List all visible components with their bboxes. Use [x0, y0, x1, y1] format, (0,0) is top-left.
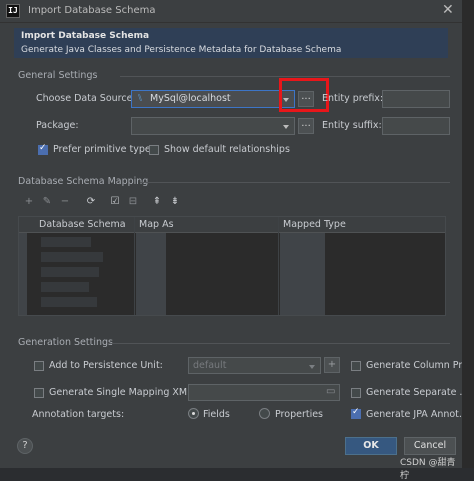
schema-mapping-divider: [140, 182, 450, 183]
refresh-icon[interactable]: ⟳: [84, 195, 98, 209]
table-row[interactable]: [41, 252, 103, 262]
column-mapped-type[interactable]: Mapped Type: [283, 219, 346, 230]
general-settings-divider: [120, 76, 450, 77]
watermark-text: CSDN @甜青柠: [400, 458, 456, 481]
browse-package-button[interactable]: ...: [298, 118, 314, 134]
generate-column-properties-label: Generate Column Pr...: [366, 360, 471, 371]
dialog-header: Import Database Schema Generate Java Cla…: [14, 28, 448, 58]
expand-all-icon[interactable]: ⇞: [150, 195, 164, 209]
header-subtitle: Generate Java Classes and Persistence Me…: [21, 45, 342, 55]
table-row[interactable]: [41, 282, 89, 292]
table-row[interactable]: [19, 233, 27, 315]
intellij-app-icon: IJ: [6, 4, 20, 18]
check-all-icon[interactable]: ☑: [108, 195, 122, 209]
ok-button[interactable]: OK: [345, 437, 397, 455]
show-default-relationships-checkbox[interactable]: [149, 145, 159, 155]
table-row[interactable]: [41, 237, 91, 247]
annotation-targets-label: Annotation targets:: [32, 409, 125, 420]
plus-icon[interactable]: +: [22, 195, 36, 209]
cancel-button[interactable]: Cancel: [404, 437, 456, 455]
column-divider: [278, 217, 279, 315]
minus-icon[interactable]: −: [58, 195, 72, 209]
prefer-primitive-checkbox[interactable]: [38, 143, 48, 155]
package-label: Package:: [36, 120, 79, 131]
data-source-value: MySql@localhost: [150, 93, 231, 104]
entity-suffix-input[interactable]: [382, 117, 450, 135]
folder-icon[interactable]: ▭: [326, 386, 335, 397]
generate-column-properties-checkbox[interactable]: [351, 361, 361, 371]
edit-icon[interactable]: ✎: [40, 195, 54, 209]
generation-settings-label: Generation Settings: [18, 337, 113, 348]
fields-radio[interactable]: [188, 408, 199, 419]
column-divider: [134, 217, 135, 315]
data-source-label: Choose Data Source:: [36, 93, 136, 104]
dialog-window: IJ Import Database Schema ✕ Import Datab…: [0, 0, 470, 481]
title-bar: IJ Import Database Schema ✕: [0, 0, 462, 23]
add-unit-button[interactable]: +: [324, 357, 340, 373]
entity-suffix-label: Entity suffix:: [322, 120, 382, 131]
header-title: Import Database Schema: [21, 31, 150, 41]
persistence-unit-value: default: [193, 360, 227, 371]
generation-settings-divider: [108, 343, 450, 344]
mapping-xml-path-input[interactable]: ▭: [188, 384, 340, 401]
generate-separate-checkbox[interactable]: [351, 388, 361, 398]
entity-prefix-label: Entity prefix:: [322, 93, 384, 104]
properties-radio[interactable]: [259, 408, 270, 419]
editor-background-strip: [462, 0, 474, 468]
close-icon[interactable]: ✕: [442, 2, 454, 18]
package-combo[interactable]: [131, 117, 295, 135]
help-button[interactable]: ?: [17, 438, 33, 454]
uncheck-all-icon[interactable]: ⊟: [126, 195, 140, 209]
add-to-persistence-unit-label: Add to Persistence Unit:: [49, 360, 163, 371]
generate-jpa-annotations-checkbox[interactable]: [351, 407, 361, 419]
schema-mapping-label: Database Schema Mapping: [18, 176, 149, 187]
generate-separate-label: Generate Separate ...: [366, 387, 469, 398]
generate-jpa-annotations-label: Generate JPA Annot...: [366, 409, 468, 420]
generate-single-mapping-label: Generate Single Mapping XML:: [49, 387, 196, 398]
persistence-unit-combo[interactable]: default: [188, 357, 321, 374]
window-title: Import Database Schema: [28, 5, 156, 16]
chevron-down-icon: [283, 125, 289, 129]
entity-prefix-input[interactable]: [382, 90, 450, 108]
fields-label: Fields: [203, 409, 230, 420]
table-header: Database Schema Map As Mapped Type: [19, 217, 445, 233]
table-row[interactable]: [280, 233, 325, 315]
add-to-persistence-unit-checkbox[interactable]: [34, 361, 44, 371]
general-settings-label: General Settings: [18, 70, 98, 81]
table-row[interactable]: [41, 267, 99, 277]
properties-label: Properties: [275, 409, 324, 420]
column-database-schema[interactable]: Database Schema: [39, 219, 126, 230]
datasource-icon: ⑊: [137, 93, 143, 104]
table-row[interactable]: [41, 297, 97, 307]
prefer-primitive-label: Prefer primitive types: [53, 144, 156, 155]
data-source-combo[interactable]: ⑊ MySql@localhost: [131, 90, 295, 108]
table-row[interactable]: [136, 233, 166, 315]
column-map-as[interactable]: Map As: [139, 219, 174, 230]
show-default-relationships-label: Show default relationships: [164, 144, 290, 155]
schema-mapping-table[interactable]: Database Schema Map As Mapped Type: [18, 216, 446, 316]
generate-single-mapping-checkbox[interactable]: [34, 388, 44, 398]
chevron-down-icon: [309, 365, 315, 369]
collapse-all-icon[interactable]: ⇟: [168, 195, 182, 209]
